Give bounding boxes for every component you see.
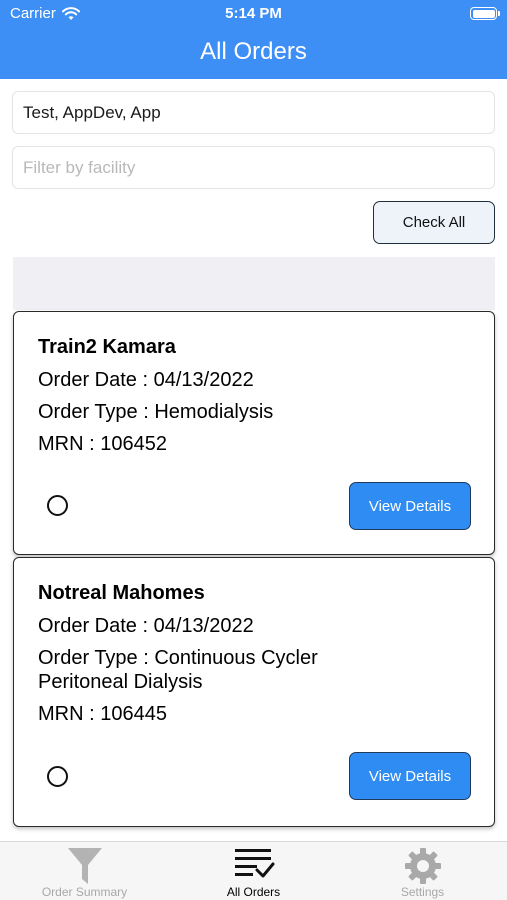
tab-bar: Order Summary All Orders Settings xyxy=(0,841,507,900)
tab-label: All Orders xyxy=(226,885,281,899)
view-details-button[interactable]: View Details xyxy=(349,752,471,800)
tab-settings[interactable]: Settings xyxy=(338,842,507,900)
tab-label: Settings xyxy=(400,885,445,899)
patient-name: Train2 Kamara xyxy=(38,336,176,358)
order-card: Notreal Mahomes Order Date : 04/13/2022 … xyxy=(13,557,495,827)
order-select-radio[interactable] xyxy=(47,766,68,787)
battery-icon xyxy=(470,7,500,20)
tab-label: Order Summary xyxy=(41,885,128,899)
page-title: All Orders xyxy=(200,38,307,65)
order-type: Order Type : Hemodialysis xyxy=(38,401,274,423)
patient-search-field[interactable]: Test, AppDev, App xyxy=(12,91,495,134)
order-date: Order Date : 04/13/2022 xyxy=(38,615,254,637)
order-mrn: MRN : 106452 xyxy=(38,433,167,455)
tab-all-orders[interactable]: All Orders xyxy=(169,842,338,900)
status-time: 5:14 PM xyxy=(225,5,282,22)
order-card: Train2 Kamara Order Date : 04/13/2022 Or… xyxy=(13,311,495,555)
facility-filter-input[interactable]: Filter by facility xyxy=(12,146,495,189)
facility-filter-placeholder: Filter by facility xyxy=(23,157,136,177)
check-all-button[interactable]: Check All xyxy=(373,201,495,244)
order-select-radio[interactable] xyxy=(47,495,68,516)
funnel-icon xyxy=(67,848,102,884)
order-type: Order Type : Continuous Cycler xyxy=(38,647,318,669)
app-header: Carrier 5:14 PM All Orders xyxy=(0,0,507,79)
order-mrn: MRN : 106445 xyxy=(38,703,167,725)
status-bar: Carrier 5:14 PM xyxy=(0,0,507,28)
view-details-button[interactable]: View Details xyxy=(349,482,471,530)
checklist-icon xyxy=(234,849,274,878)
tab-order-summary[interactable]: Order Summary xyxy=(0,842,169,900)
list-header-band xyxy=(13,257,495,310)
order-type-continued: Peritoneal Dialysis xyxy=(38,671,203,693)
patient-search-value: Test, AppDev, App xyxy=(23,102,161,122)
patient-name: Notreal Mahomes xyxy=(38,582,205,604)
order-date: Order Date : 04/13/2022 xyxy=(38,369,254,391)
gear-icon xyxy=(404,848,441,884)
